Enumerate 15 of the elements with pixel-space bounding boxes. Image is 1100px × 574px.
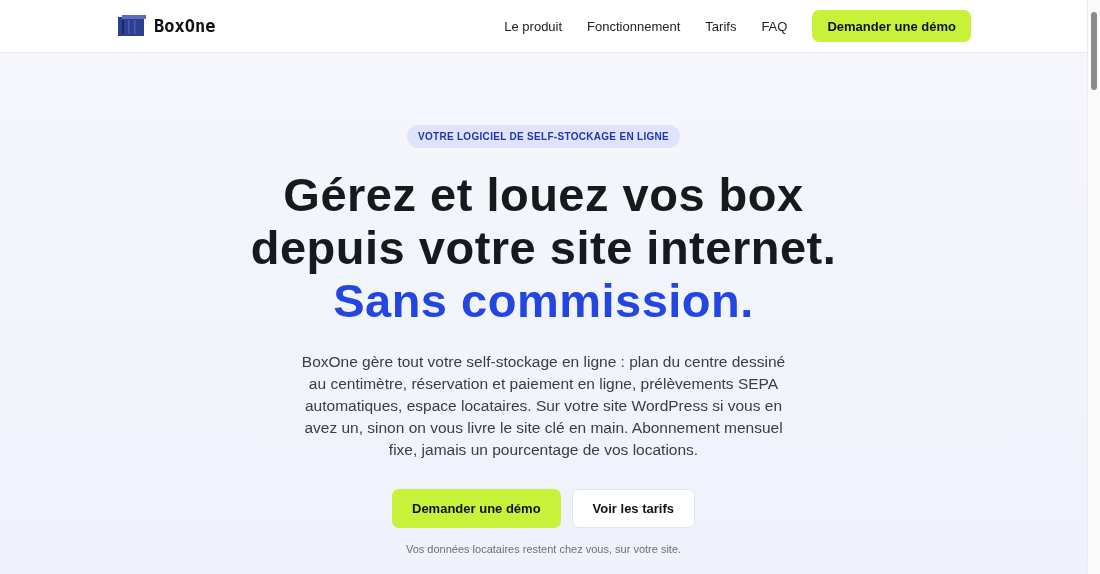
demo-button[interactable]: Demander une démo <box>812 10 971 42</box>
headline-accent: Sans commission. <box>333 274 754 327</box>
headline: depuis votre site internet. <box>250 221 837 274</box>
privacy-note: Vos données locataires restent chez vous, sur votre site. <box>405 543 682 555</box>
headline: Gérez et louez vos box <box>283 168 804 221</box>
pricing-button[interactable]: Voir les tarifs <box>571 489 695 528</box>
description: BoxOne gère tout votre self-stockage en ligne : plan du centre dessiné au centimètre, réservation et paiement en ligne, prélèvements SEPA automatiques, espace locataires. Sur votre site WordPress si vous en avez un, sinon on vous livre le site clé en main. Abonnement mensuel fixe, jamais un pourcentage de vos locations. <box>300 352 787 460</box>
nav-link[interactable]: Le produit <box>504 18 563 34</box>
demo-button[interactable]: Demander une démo <box>392 489 561 528</box>
nav-link[interactable]: FAQ <box>761 18 788 34</box>
tagline-badge: VOTRE LOGICIEL DE SELF-STOCKAGE EN LIGNE <box>406 125 681 148</box>
container-icon <box>118 15 146 37</box>
nav-link[interactable]: Fonctionnement <box>587 18 681 34</box>
brand-name[interactable]: BoxOne <box>154 16 216 36</box>
nav-link[interactable]: Tarifs <box>705 18 737 34</box>
